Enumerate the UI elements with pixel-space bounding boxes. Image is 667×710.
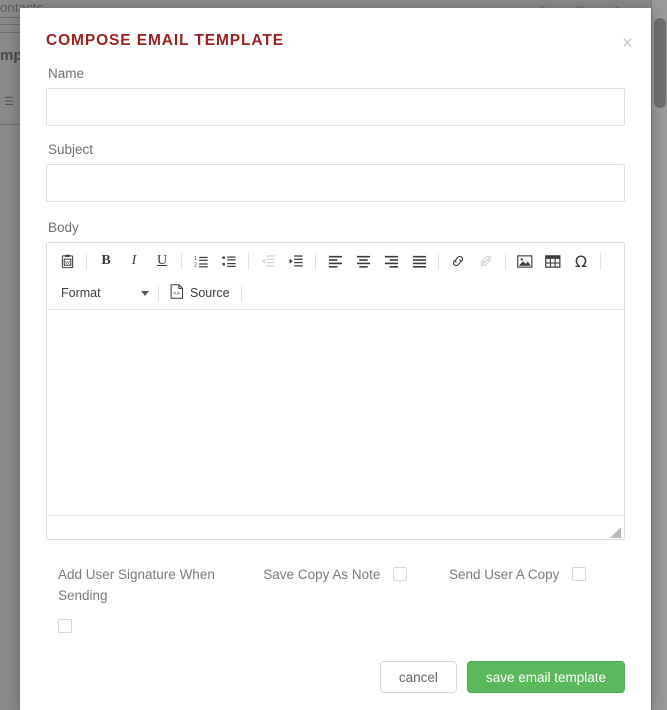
send-user-a-copy-checkbox[interactable]: [571, 566, 586, 581]
chevron-down-icon: [141, 290, 149, 296]
subject-input[interactable]: [46, 164, 625, 202]
editor-toolbar: W B I U 1 2 Ω Format <> Source: [47, 243, 624, 310]
add-user-signature-label: Add User Signature When Sending: [58, 567, 215, 603]
align-right-icon[interactable]: [377, 248, 405, 274]
modal-title: COMPOSE EMAIL TEMPLATE: [46, 32, 284, 49]
toolbar-separator: [505, 252, 506, 270]
image-icon[interactable]: [511, 248, 539, 274]
close-icon[interactable]: ×: [622, 34, 633, 53]
body-field-group: Body W B I U 1 2 Ω Format <> Source: [46, 220, 625, 540]
cancel-button[interactable]: cancel: [379, 661, 457, 693]
editor-toolbar-row-2: Format <> Source: [53, 277, 618, 309]
svg-text:W: W: [65, 259, 70, 264]
svg-text:1: 1: [194, 256, 197, 262]
name-label: Name: [48, 66, 85, 81]
toolbar-separator: [438, 252, 439, 270]
svg-text:2: 2: [194, 262, 197, 268]
indent-icon[interactable]: [282, 248, 310, 274]
toolbar-separator: [181, 252, 182, 270]
options-row: Add User Signature When Sending Save Cop…: [46, 564, 625, 633]
toolbar-separator: [600, 252, 601, 270]
resize-handle[interactable]: [610, 525, 621, 538]
window-scrollbar[interactable]: [651, 0, 667, 710]
source-button[interactable]: <> Source: [164, 281, 236, 305]
source-code-icon: <>: [170, 284, 184, 302]
window-scrollbar-thumb[interactable]: [654, 18, 666, 108]
bulleted-list-icon[interactable]: [215, 248, 243, 274]
underline-icon[interactable]: U: [148, 248, 176, 274]
link-icon[interactable]: [444, 248, 472, 274]
table-icon[interactable]: [539, 248, 567, 274]
unlink-icon: [472, 248, 500, 274]
save-copy-as-note-label: Save Copy As Note: [263, 567, 381, 582]
name-field-group: Name: [46, 66, 625, 126]
compose-email-template-modal: COMPOSE EMAIL TEMPLATE × Name Subject Bo…: [20, 8, 651, 710]
body-editor-canvas[interactable]: [47, 310, 624, 515]
align-center-icon[interactable]: [349, 248, 377, 274]
add-user-signature-option: Add User Signature When Sending: [58, 564, 263, 633]
toolbar-separator: [315, 252, 316, 270]
editor-footer: [47, 515, 624, 539]
toolbar-separator: [86, 252, 87, 270]
paste-from-word-icon[interactable]: W: [53, 248, 81, 274]
send-user-a-copy-label: Send User A Copy: [449, 567, 560, 582]
source-button-label: Source: [190, 286, 230, 300]
justify-icon[interactable]: [405, 248, 433, 274]
subject-field-group: Subject: [46, 142, 625, 202]
save-copy-as-note-checkbox[interactable]: [392, 566, 407, 581]
format-select[interactable]: Format: [53, 281, 153, 305]
name-input[interactable]: [46, 88, 625, 126]
bold-icon[interactable]: B: [92, 248, 120, 274]
toolbar-separator: [158, 284, 159, 302]
align-left-icon[interactable]: [321, 248, 349, 274]
body-label: Body: [48, 220, 79, 235]
save-email-template-button[interactable]: save email template: [466, 661, 625, 693]
list-icon: ☰: [4, 96, 14, 108]
outdent-icon: [254, 248, 282, 274]
modal-header: COMPOSE EMAIL TEMPLATE ×: [20, 8, 651, 66]
add-user-signature-checkbox[interactable]: [58, 619, 72, 633]
format-select-label: Format: [61, 286, 101, 300]
editor-toolbar-row-1: W B I U 1 2 Ω: [53, 245, 618, 277]
subject-label: Subject: [48, 142, 94, 157]
send-user-a-copy-option: Send User A Copy: [449, 564, 625, 633]
toolbar-separator: [240, 284, 242, 302]
modal-footer: cancel save email template: [20, 661, 651, 710]
special-char-icon[interactable]: Ω: [567, 248, 595, 274]
italic-icon[interactable]: I: [120, 248, 148, 274]
toolbar-separator: [248, 252, 249, 270]
rich-text-editor: W B I U 1 2 Ω Format <> Source: [46, 242, 625, 540]
modal-body: Name Subject Body W B I U 1 2 Ω Format <…: [20, 66, 651, 633]
numbered-list-icon[interactable]: 1 2: [187, 248, 215, 274]
svg-text:<>: <>: [173, 290, 180, 297]
save-copy-as-note-option: Save Copy As Note: [263, 564, 449, 633]
